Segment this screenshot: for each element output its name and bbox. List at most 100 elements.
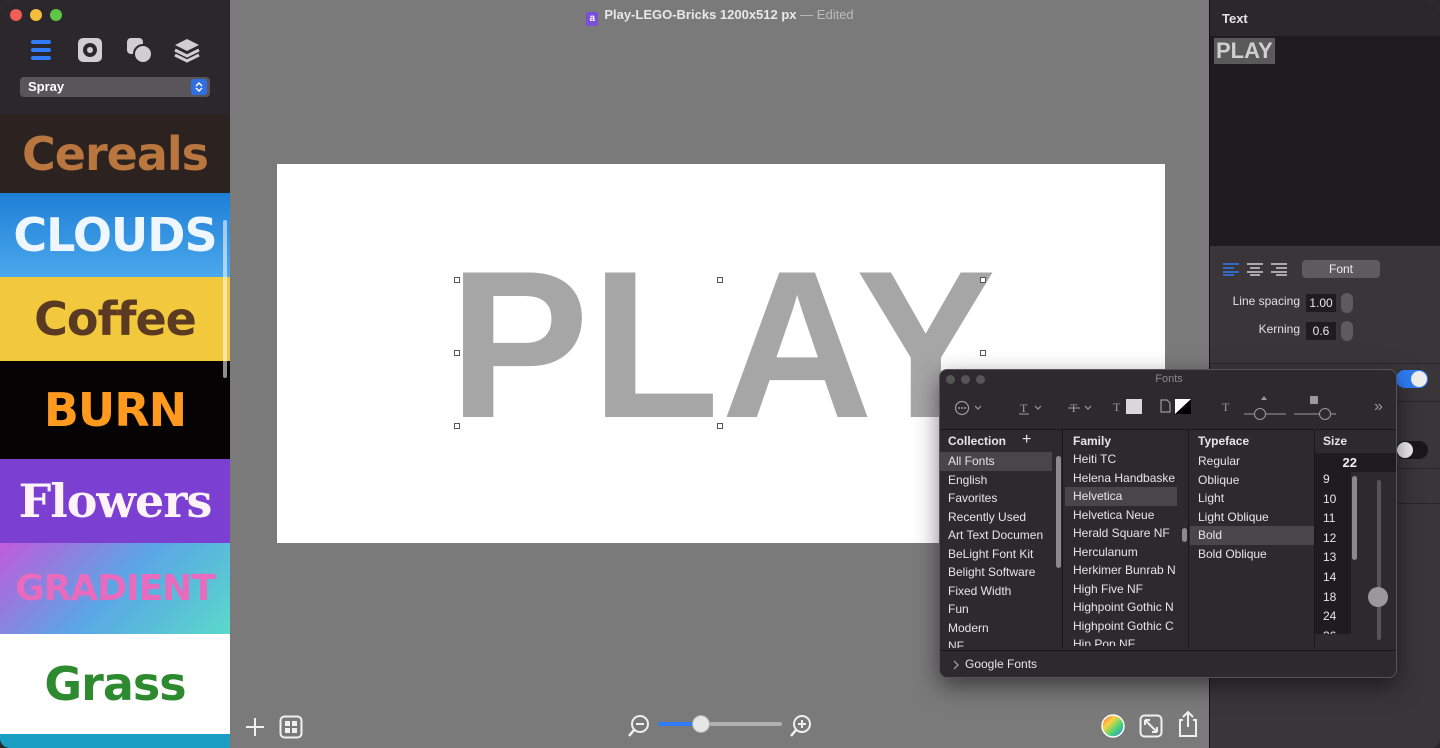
underline-menu-icon[interactable]: T — [1018, 400, 1046, 419]
resize-icon[interactable] — [1139, 714, 1163, 743]
collection-item[interactable]: Modern — [940, 619, 1052, 638]
size-item[interactable]: 13 — [1315, 548, 1351, 568]
selection-handle[interactable] — [980, 350, 986, 356]
more-options-icon[interactable]: » — [1374, 398, 1383, 416]
size-item[interactable]: 12 — [1315, 529, 1351, 549]
align-left-icon[interactable] — [1222, 262, 1240, 281]
preset-flowers[interactable]: Flowers — [0, 459, 230, 543]
size-item[interactable]: 11 — [1315, 509, 1351, 529]
collection-item[interactable]: Fixed Width — [940, 582, 1052, 601]
family-item[interactable]: Herculanum — [1065, 543, 1177, 562]
collection-item[interactable]: Belight Software — [940, 563, 1052, 582]
shapes-icon[interactable] — [125, 36, 153, 64]
family-item[interactable]: High Five NF — [1065, 580, 1177, 599]
preset-coffee[interactable]: Coffee — [0, 277, 230, 361]
typeface-item[interactable]: Bold — [1190, 526, 1314, 545]
layers-icon[interactable] — [173, 36, 201, 64]
preset-cereals[interactable]: Cereals — [0, 114, 230, 193]
google-fonts-label[interactable]: Google Fonts — [965, 657, 1037, 671]
selection-handle[interactable] — [717, 423, 723, 429]
size-item[interactable]: 24 — [1315, 607, 1351, 627]
preset-burn[interactable]: BURN — [0, 361, 230, 459]
preset-clouds[interactable]: CLOUDS — [0, 193, 230, 277]
minimize-window-button[interactable] — [30, 9, 42, 21]
collection-item[interactable]: Fun — [940, 600, 1052, 619]
zoom-slider-knob[interactable] — [692, 715, 711, 733]
typeface-item[interactable]: Light Oblique — [1190, 508, 1314, 527]
chevron-right-icon[interactable] — [952, 658, 960, 676]
collection-item[interactable]: Recently Used — [940, 508, 1052, 527]
kerning-stepper[interactable] — [1341, 321, 1353, 341]
line-spacing-stepper[interactable] — [1341, 293, 1353, 313]
selection-handle[interactable] — [454, 350, 460, 356]
shadow-blur-slider[interactable] — [1292, 396, 1338, 425]
collection-item[interactable]: All Fonts — [940, 452, 1052, 471]
family-item[interactable]: Heiti TC — [1065, 450, 1177, 469]
collection-item[interactable]: English — [940, 471, 1052, 490]
zoom-out-icon[interactable] — [627, 714, 651, 743]
family-item[interactable]: Highpoint Gothic N — [1065, 598, 1177, 617]
color-wheel-icon[interactable] — [1101, 714, 1125, 743]
preset-grass[interactable]: Grass — [0, 634, 230, 734]
shadow-icon[interactable]: T — [1219, 398, 1239, 419]
zoom-window-button[interactable] — [50, 9, 62, 21]
align-right-icon[interactable] — [1270, 262, 1288, 281]
option-toggle-1[interactable] — [1396, 370, 1428, 388]
typeface-item[interactable]: Regular — [1190, 452, 1314, 471]
family-scrollbar[interactable] — [1182, 528, 1187, 542]
family-item[interactable]: Herald Square NF — [1065, 524, 1177, 543]
preset-next[interactable] — [0, 734, 230, 748]
line-spacing-field[interactable]: 1.00 — [1306, 294, 1336, 312]
zoom-in-icon[interactable] — [789, 714, 813, 743]
grid-view-icon[interactable] — [279, 715, 303, 744]
collection-item[interactable]: BeLight Font Kit — [940, 545, 1052, 564]
kerning-field[interactable]: 0.6 — [1306, 322, 1336, 340]
collection-item[interactable]: Favorites — [940, 489, 1052, 508]
size-item[interactable]: 36 — [1315, 627, 1351, 634]
text-editor[interactable]: PLAY — [1210, 36, 1440, 246]
actions-menu-icon[interactable] — [954, 400, 984, 419]
strikethrough-menu-icon[interactable]: T — [1068, 400, 1096, 419]
collection-item[interactable]: Art Text Documen — [940, 526, 1052, 545]
family-item[interactable]: Helvetica Neue — [1065, 506, 1177, 525]
list-icon[interactable] — [27, 36, 55, 64]
share-icon[interactable] — [1177, 710, 1199, 743]
gear-icon[interactable] — [76, 36, 104, 64]
selection-handle[interactable] — [454, 423, 460, 429]
shadow-opacity-slider[interactable] — [1242, 396, 1288, 425]
family-item[interactable]: Herkimer Bunrab N — [1065, 561, 1177, 580]
close-window-button[interactable] — [10, 9, 22, 21]
family-item[interactable]: Hip Pop NF — [1065, 635, 1177, 646]
zoom-slider[interactable] — [658, 722, 782, 726]
add-collection-button[interactable]: + — [1022, 431, 1031, 449]
typeface-item[interactable]: Bold Oblique — [1190, 545, 1314, 564]
option-toggle-2[interactable] — [1396, 441, 1428, 459]
text-editor-content[interactable]: PLAY — [1214, 38, 1275, 64]
size-slider-knob[interactable] — [1368, 587, 1388, 607]
text-color-icon[interactable]: T — [1112, 398, 1146, 419]
size-slider[interactable] — [1377, 480, 1381, 640]
add-icon[interactable] — [244, 716, 266, 743]
effect-category-popup[interactable]: Spray — [20, 77, 210, 97]
selection-handle[interactable] — [980, 277, 986, 283]
align-center-icon[interactable] — [1246, 262, 1264, 281]
typeface-item[interactable]: Light — [1190, 489, 1314, 508]
collection-scrollbar[interactable] — [1056, 456, 1061, 568]
font-button[interactable]: Font — [1302, 260, 1380, 278]
document-color-icon[interactable] — [1159, 398, 1193, 419]
family-item[interactable]: Helena Handbaske — [1065, 469, 1177, 488]
size-list-scrollbar[interactable] — [1352, 476, 1357, 560]
canvas-text-object[interactable]: PLAY — [449, 240, 998, 450]
selection-handle[interactable] — [454, 277, 460, 283]
size-item[interactable]: 18 — [1315, 588, 1351, 608]
collection-item[interactable]: NF — [940, 637, 1052, 648]
family-item[interactable]: Highpoint Gothic C — [1065, 617, 1177, 636]
size-item[interactable]: 9 — [1315, 470, 1351, 490]
preset-gradient[interactable]: GRADIENT — [0, 543, 230, 634]
family-item[interactable]: Helvetica — [1065, 487, 1177, 506]
selection-handle[interactable] — [717, 277, 723, 283]
sidebar-scrollbar[interactable] — [223, 220, 227, 378]
size-item[interactable]: 10 — [1315, 490, 1351, 510]
size-item[interactable]: 14 — [1315, 568, 1351, 588]
typeface-item[interactable]: Oblique — [1190, 471, 1314, 490]
